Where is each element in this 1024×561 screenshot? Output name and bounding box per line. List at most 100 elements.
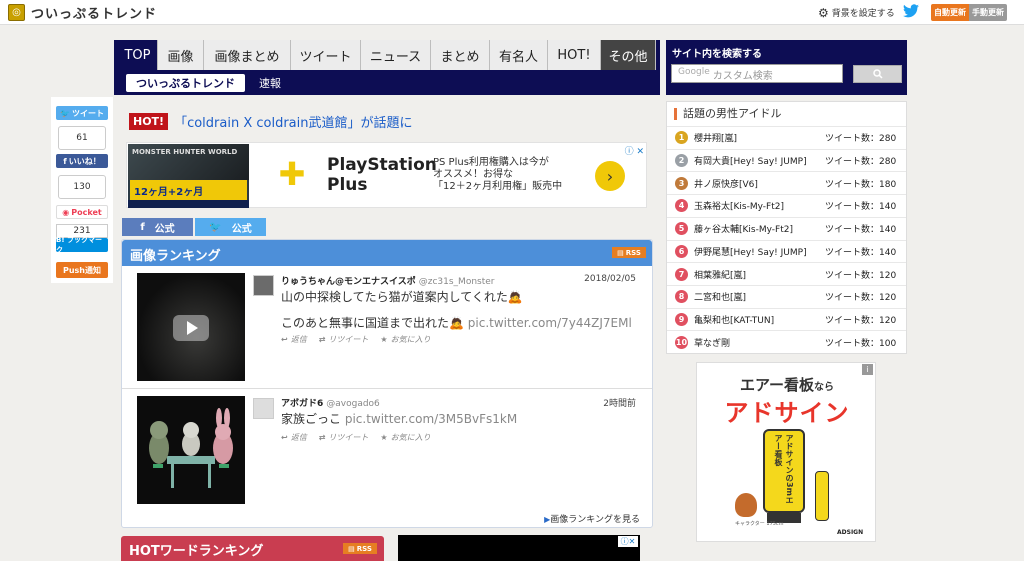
image-ranking-more-label: 画像ランキングを見る <box>550 515 640 525</box>
tweet-user[interactable]: アボガド6 @avogado6 <box>281 396 380 409</box>
subnav-trend[interactable]: ついっぷるトレンド <box>126 74 245 92</box>
rss-button[interactable]: ▤ RSS <box>343 543 377 554</box>
idol-name[interactable]: 井ノ原快彦[V6] <box>694 177 758 190</box>
tweet-user[interactable]: りゅうちゃん@モンエナスイスポ @zc31s_Monster <box>281 274 494 287</box>
tweet-count: ツイート数：180 <box>825 177 896 190</box>
ad-info-icon[interactable]: ⓘ ✕ <box>625 144 644 157</box>
tweet-item: りゅうちゃん@モンエナスイスポ @zc31s_Monster 2018/02/05… <box>122 270 652 388</box>
hot-headline: HOT! 「coldrain X coldrain武道館」が話題に <box>129 112 413 131</box>
subnav-breaking[interactable]: 速報 <box>259 75 281 91</box>
rss-button[interactable]: ▤ RSS <box>612 247 646 258</box>
reply-label: 返信 <box>290 433 307 442</box>
reply-button[interactable]: ↩ 返信 <box>281 432 307 443</box>
idol-name[interactable]: 有岡大貴[Hey! Say! JUMP] <box>694 154 807 167</box>
tweet-date: 2時間前 <box>603 399 636 409</box>
idol-name[interactable]: 草なぎ剛 <box>694 336 730 349</box>
favorite-button[interactable]: ★ お気に入り <box>380 432 430 443</box>
idol-name[interactable]: 櫻井翔[嵐] <box>694 131 737 144</box>
idol-name[interactable]: 二宮和也[嵐] <box>694 290 746 303</box>
retweet-button[interactable]: ⇄ リツイート <box>319 432 369 443</box>
idol-name[interactable]: 伊野尾慧[Hey! Say! JUMP] <box>694 245 807 258</box>
tab-other[interactable]: その他 <box>601 40 656 70</box>
retweet-label: リツイート <box>328 433 369 442</box>
hot-badge: HOT! <box>129 113 169 130</box>
idol-name[interactable]: 藤ヶ谷太輔[Kis-My-Ft2] <box>694 222 793 235</box>
tweet-count-value: 180 <box>879 179 897 190</box>
retweet-icon: ⇄ <box>318 433 326 442</box>
search-icon <box>872 69 883 79</box>
retweet-button[interactable]: ⇄ リツイート <box>319 334 369 345</box>
idol-name[interactable]: 玉森裕太[Kis-My-Ft2] <box>694 199 784 212</box>
tab-top[interactable]: TOP <box>118 40 158 70</box>
idol-row[interactable]: 1 櫻井翔[嵐] ツイート数：280 <box>667 126 906 149</box>
background-setting-link[interactable]: ⚙ 背景を設定する <box>818 5 895 20</box>
tweet-pic-link[interactable]: pic.twitter.com/3M5BvFs1kM <box>345 412 517 426</box>
image-ranking-panel: 画像ランキング ▤ RSS りゅうちゃん@モンエナスイスポ @zc31s_Monst… <box>121 239 653 528</box>
site-logo[interactable]: ◎ ついっぷるトレンド <box>8 3 157 22</box>
tweet-count-value: 140 <box>879 202 897 213</box>
facebook-like-button[interactable]: f いいね！ <box>56 154 108 168</box>
ad-info-icon[interactable]: ⓘ✕ <box>618 536 638 547</box>
idol-row[interactable]: 5 藤ヶ谷太輔[Kis-My-Ft2] ツイート数：140 <box>667 216 906 240</box>
tweet-count-label: ツイート数： <box>825 270 880 281</box>
tab-news[interactable]: ニュース <box>361 40 431 70</box>
ps-plus-icon: ✚ <box>278 155 306 193</box>
star-icon: ★ <box>380 433 388 442</box>
idol-row[interactable]: 3 井ノ原快彦[V6] ツイート数：180 <box>667 171 906 194</box>
search-button[interactable] <box>853 65 902 83</box>
gear-icon: ⚙ <box>818 5 829 20</box>
idol-row[interactable]: 2 有岡大貴[Hey! Say! JUMP] ツイート数：280 <box>667 148 906 172</box>
tab-images[interactable]: 画像 <box>158 40 204 70</box>
pocket-button[interactable]: ◉ Pocket <box>56 205 108 219</box>
tweet-image-thumbnail[interactable] <box>137 396 245 504</box>
idol-row[interactable]: 6 伊野尾慧[Hey! Say! JUMP] ツイート数：140 <box>667 239 906 263</box>
chevron-right-icon[interactable]: › <box>595 161 625 191</box>
ad-banner-adsign[interactable]: エアー看板なら アドサイン アドサインの3mエアー看板 キャラクター 175cm… <box>696 362 876 542</box>
tab-matome[interactable]: まとめ <box>431 40 490 70</box>
tweet-count-value: 120 <box>879 293 897 304</box>
twitter-official-button[interactable]: 🐦 公式 <box>195 218 266 236</box>
ad-plus-banner: 12ヶ月+2ヶ月 <box>130 180 247 200</box>
manual-update-button[interactable]: 手動更新 <box>969 4 1007 21</box>
play-icon[interactable] <box>173 315 209 341</box>
reply-button[interactable]: ↩ 返信 <box>281 334 307 345</box>
tab-celebrities[interactable]: 有名人 <box>490 40 548 70</box>
ad-image-footer <box>128 200 249 208</box>
male-idol-ranking: 話題の男性アイドル 1 櫻井翔[嵐] ツイート数：280 2 有岡大貴[Hey! Say… <box>666 101 907 354</box>
idol-ranking-title: 話題の男性アイドル <box>674 108 781 120</box>
twitter-icon: 🐦 <box>209 221 222 233</box>
idol-name[interactable]: 亀梨和也[KAT-TUN] <box>694 313 774 326</box>
tab-image-matome[interactable]: 画像まとめ <box>204 40 291 70</box>
image-ranking-more-link[interactable]: ▶画像ランキングを見る <box>544 512 640 525</box>
avatar[interactable] <box>253 275 274 296</box>
hot-headline-link[interactable]: 「coldrain X coldrain武道館」が話題に <box>174 112 412 131</box>
facebook-official-button[interactable]: f 公式 <box>122 218 193 236</box>
tab-hot[interactable]: HOT! <box>548 40 601 70</box>
push-notify-button[interactable]: Push通知 <box>56 262 108 278</box>
ad-banner-bottom[interactable]: ⓘ✕ <box>398 535 640 561</box>
hatena-bookmark-button[interactable]: B! ブックマーク <box>56 236 108 254</box>
favorite-button[interactable]: ★ お気に入り <box>380 334 430 345</box>
search-input[interactable]: Google カスタム検索 <box>671 64 843 83</box>
ad-info-icon[interactable]: i <box>862 364 873 375</box>
tab-tweets[interactable]: ツイート <box>291 40 361 70</box>
idol-row[interactable]: 8 二宮和也[嵐] ツイート数：120 <box>667 284 906 308</box>
reply-icon: ↩ <box>281 335 288 344</box>
auto-update-button[interactable]: 自動更新 <box>931 4 969 21</box>
idol-name[interactable]: 相葉雅紀[嵐] <box>694 268 746 281</box>
idol-row[interactable]: 7 相葉雅紀[嵐] ツイート数：120 <box>667 262 906 285</box>
tweet-video-thumbnail[interactable] <box>137 273 245 381</box>
idol-row[interactable]: 4 玉森裕太[Kis-My-Ft2] ツイート数：140 <box>667 194 906 217</box>
tweet-share-button[interactable]: 🐦 ツイート <box>56 106 108 120</box>
tweet-pic-link[interactable]: pic.twitter.com/7y44ZJ7EMl <box>468 316 632 330</box>
ad-banner-playstation[interactable]: MONSTER HUNTER WORLD 12ヶ月+2ヶ月 ✚ PlayStat… <box>126 142 647 208</box>
twitter-icon[interactable] <box>903 4 919 18</box>
idol-row[interactable]: 10 草なぎ剛 ツイート数：100 <box>667 330 906 353</box>
tweet-text-block: 家族ごっこ pic.twitter.com/3M5BvFs1kM <box>281 412 517 426</box>
idol-row[interactable]: 9 亀梨和也[KAT-TUN] ツイート数：120 <box>667 307 906 331</box>
avatar[interactable] <box>253 398 274 419</box>
retweet-label: リツイート <box>328 335 369 344</box>
tweet-date: 2018/02/05 <box>584 274 636 284</box>
reply-label: 返信 <box>290 335 307 344</box>
facebook-icon: f <box>140 221 145 233</box>
